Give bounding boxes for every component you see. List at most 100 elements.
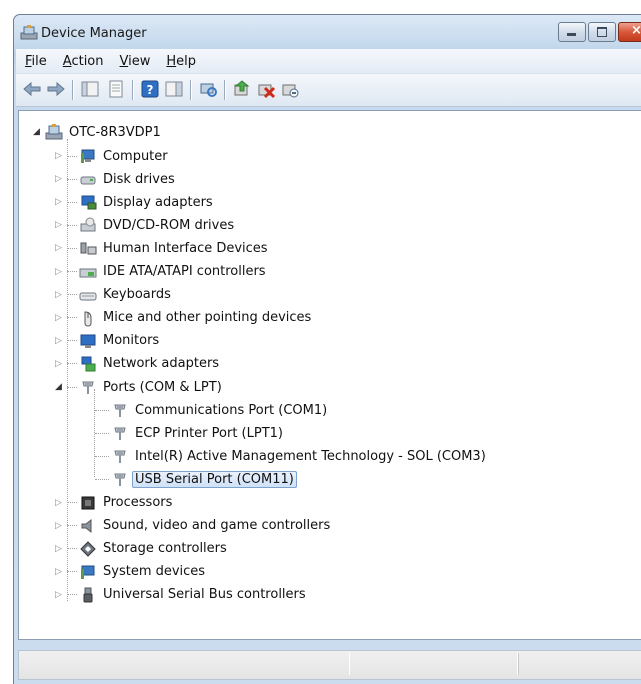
forward-arrow-icon[interactable] (46, 79, 66, 99)
expand-triangle-icon[interactable]: ▷ (55, 521, 67, 531)
tree-category-row[interactable]: ▷ DVD/CD-ROM drives (55, 214, 237, 236)
expand-triangle-icon[interactable]: ▷ (55, 220, 67, 230)
tree-category-row[interactable]: ▷ Computer (55, 145, 171, 167)
tree-category-row[interactable]: ▷ Network adapters (55, 353, 222, 375)
expand-triangle-icon[interactable]: ▷ (55, 590, 67, 600)
collapse-triangle-icon[interactable]: ◢ (55, 382, 67, 392)
tree-category-label: Display adapters (103, 194, 213, 210)
toolbar-separator (132, 80, 134, 100)
menu-help-label: elp (176, 53, 197, 69)
tree-category-row[interactable]: ▷ Keyboards (55, 284, 174, 306)
expand-triangle-icon[interactable]: ▷ (55, 267, 67, 277)
tree-category-row[interactable]: ▷ Mice and other pointing devices (55, 307, 314, 329)
maximize-icon (597, 27, 607, 37)
tree-connector (67, 155, 77, 157)
close-button[interactable]: × (618, 22, 641, 42)
tree-category-label: DVD/CD-ROM drives (103, 217, 235, 233)
title-bar[interactable]: Device Manager × (14, 15, 641, 49)
menu-bar: File Action View Help (16, 49, 641, 74)
tree-category-row[interactable]: ▷ Universal Serial Bus controllers (55, 584, 309, 606)
disable-device-icon[interactable] (280, 79, 300, 99)
menu-action[interactable]: Action (56, 54, 111, 69)
toolbar-separator (190, 80, 192, 100)
processor-icon (81, 496, 95, 509)
tree-category-label: Storage controllers (103, 541, 227, 557)
tree-connector (67, 317, 77, 319)
expand-triangle-icon[interactable]: ▷ (55, 151, 67, 161)
port-icon (114, 404, 126, 418)
toolbar: ? (16, 74, 641, 107)
tree-category-label: System devices (103, 564, 206, 580)
tree-device-row-selected[interactable]: USB Serial Port (COM11) (95, 468, 297, 490)
help-icon[interactable]: ? (140, 79, 160, 99)
storage-controller-icon (80, 540, 96, 557)
close-icon: × (631, 23, 641, 38)
tree-device-row[interactable]: ECP Printer Port (LPT1) (95, 422, 286, 444)
tree-device-label: USB Serial Port (COM11) (132, 470, 297, 488)
tree-device-row[interactable]: Intel(R) Active Management Technology - … (95, 445, 489, 467)
usb-icon (83, 587, 93, 603)
menu-help-accel: H (166, 53, 177, 69)
status-cell (517, 653, 641, 675)
menu-file[interactable]: File (18, 54, 54, 69)
tree-category-row[interactable]: ▷ System devices (55, 561, 208, 583)
tree-category-label: Computer (103, 148, 168, 164)
tree-category-label: Processors (103, 495, 173, 510)
tree-device-label: ECP Printer Port (LPT1) (135, 425, 283, 441)
show-hide-console-tree-icon[interactable] (80, 79, 100, 99)
menu-help[interactable]: Help (159, 54, 203, 69)
expand-triangle-icon[interactable]: ▷ (55, 359, 67, 369)
tree-category-row[interactable]: ▷ Processors (55, 492, 175, 514)
system-devices-icon (81, 565, 95, 579)
expand-triangle-icon[interactable]: ▷ (55, 313, 67, 323)
tree-connector (67, 594, 77, 596)
collapse-triangle-icon[interactable]: ◢ (33, 127, 45, 137)
tree-connector (67, 271, 77, 272)
minimize-button[interactable] (558, 22, 586, 42)
maximize-button[interactable] (588, 22, 616, 42)
expand-triangle-icon[interactable]: ▷ (55, 174, 67, 184)
expand-triangle-icon[interactable]: ▷ (55, 290, 67, 300)
expand-triangle-icon[interactable]: ▷ (55, 567, 67, 577)
show-action-pane-icon[interactable] (164, 79, 184, 99)
tree-category-row[interactable]: ▷ Storage controllers (55, 538, 230, 560)
tree-device-row[interactable]: Communications Port (COM1) (95, 399, 330, 421)
update-driver-icon[interactable] (232, 79, 252, 99)
tree-category-row[interactable]: ▷ IDE ATA/ATAPI controllers (55, 261, 269, 283)
expand-triangle-icon[interactable]: ▷ (55, 243, 67, 253)
menu-file-label: ile (31, 53, 47, 69)
tree-category-row[interactable]: ▷ Monitors (55, 330, 162, 352)
status-cell (349, 653, 519, 675)
toolbar-separator (72, 80, 74, 100)
svg-text:?: ? (147, 83, 154, 97)
tree-category-row[interactable]: ◢ Ports (COM & LPT) (55, 376, 225, 398)
expand-triangle-icon[interactable]: ▷ (55, 498, 67, 508)
properties-sheet-icon[interactable] (106, 79, 126, 99)
display-adapter-icon (81, 195, 97, 210)
tree-connector (67, 294, 77, 296)
tree-connector (67, 178, 77, 180)
expand-triangle-icon[interactable]: ▷ (55, 544, 67, 554)
hid-icon (80, 242, 97, 255)
back-arrow-icon[interactable] (22, 79, 42, 99)
menu-view[interactable]: View (113, 54, 158, 69)
tree-category-label: Universal Serial Bus controllers (103, 587, 306, 603)
ide-controller-icon (79, 268, 97, 277)
tree-category-row[interactable]: ▷ Human Interface Devices (55, 237, 271, 259)
scan-hardware-changes-icon[interactable] (198, 79, 218, 99)
tree-category-label: IDE ATA/ATAPI controllers (103, 264, 266, 279)
minimize-icon (567, 33, 576, 36)
tree-root-row[interactable]: ◢ OTC-8R3VDP1 (33, 121, 164, 143)
tree-connector (67, 201, 77, 203)
expand-triangle-icon[interactable]: ▷ (55, 336, 67, 346)
expand-triangle-icon[interactable]: ▷ (55, 197, 67, 207)
disk-drive-icon (80, 176, 96, 185)
uninstall-device-icon[interactable] (256, 79, 276, 99)
tree-category-row[interactable]: ▷ Display adapters (55, 191, 216, 213)
device-tree[interactable]: ◢ OTC-8R3VDP1 ▷ Computer ▷ Disk drives ▷ Disp… (18, 110, 641, 640)
sound-icon (81, 518, 92, 533)
tree-category-row[interactable]: ▷ Disk drives (55, 168, 178, 190)
tree-category-row[interactable]: ▷ Sound, video and game controllers (55, 515, 333, 537)
tree-connector (95, 432, 109, 434)
tree-root-label: OTC-8R3VDP1 (69, 124, 161, 140)
